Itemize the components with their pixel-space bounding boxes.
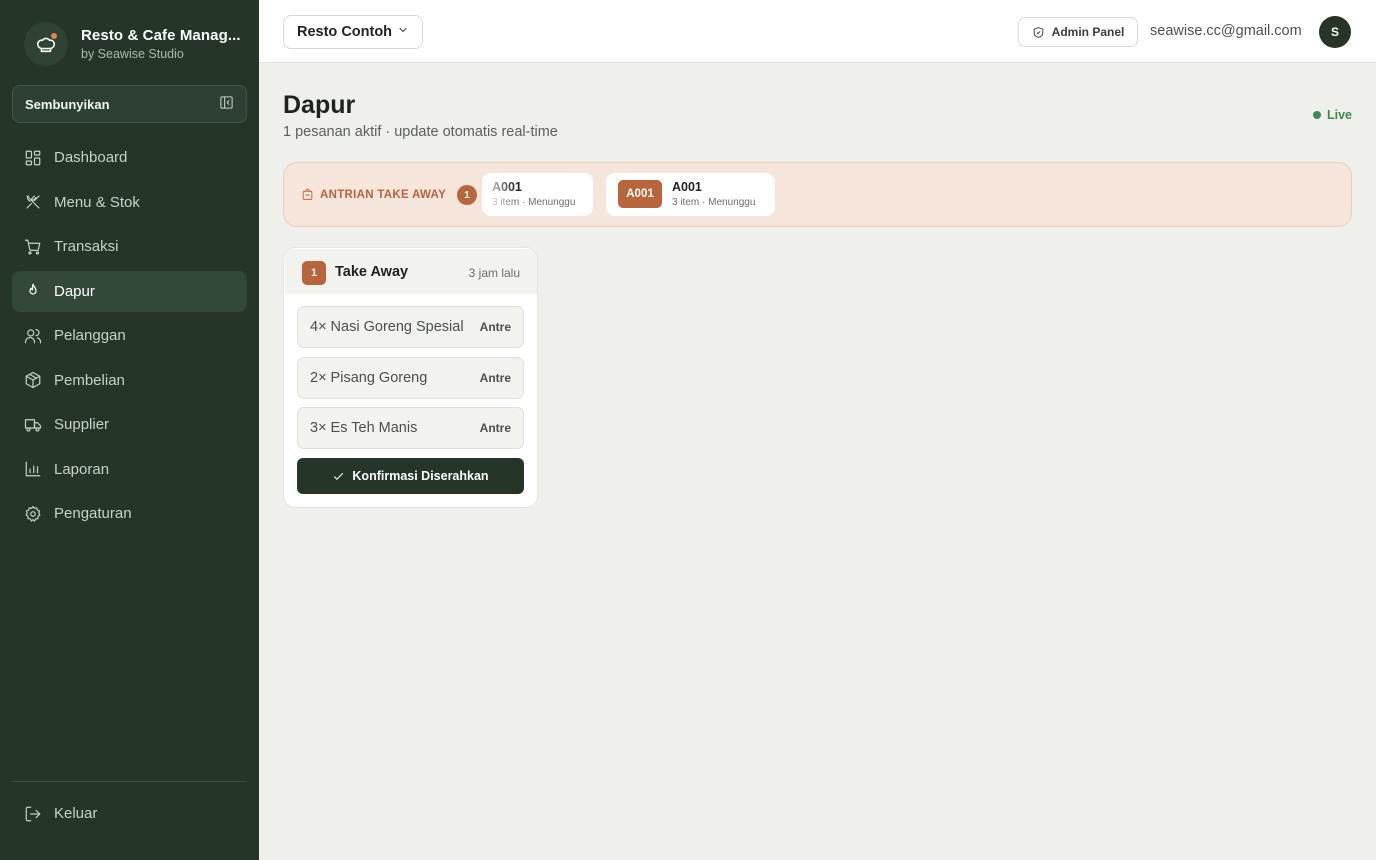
sidebar-item-pembelian[interactable]: Pembelian — [12, 360, 247, 401]
sidebar-item-dapur[interactable]: Dapur — [12, 270, 247, 312]
queue-ticket[interactable]: A001 A001 3 item · Menunggu — [606, 173, 775, 216]
sidebar-item-label: Dapur — [54, 282, 95, 300]
gear-icon — [24, 505, 42, 523]
package-icon — [24, 371, 42, 389]
logout-area: Keluar — [12, 793, 247, 838]
brand-subtitle: by Seawise Studio — [81, 47, 184, 61]
order-item-name: 4× Nasi Goreng Spesial — [310, 319, 464, 335]
takeaway-queue: ANTRIAN TAKE AWAY 1 A001 3 item · Menung… — [283, 162, 1352, 227]
user-email: seawise.cc@gmail.com — [1150, 23, 1302, 39]
sidebar-nav: Dashboard Menu & Stok Transaksi Dapur Pe… — [12, 137, 247, 538]
order-card-header: 1 Take Away 3 jam lalu — [285, 249, 537, 294]
sidebar-item-label: Menu & Stok — [54, 193, 140, 211]
queue-label: ANTRIAN TAKE AWAY — [301, 188, 446, 201]
collapse-label: Sembunyikan — [25, 96, 110, 112]
sidebar-item-label: Laporan — [54, 460, 110, 478]
sidebar-item-laporan[interactable]: Laporan — [12, 449, 247, 490]
ticket-meta: 3 item · Menunggu — [672, 197, 756, 208]
restaurant-selector[interactable]: Resto Contoh — [283, 15, 423, 49]
brand-title: Resto & Cafe Manag... — [81, 27, 241, 44]
queue-ticket[interactable]: A001 3 item · Menunggu — [482, 173, 593, 216]
shield-icon — [1033, 26, 1043, 38]
order-item[interactable]: 2× Pisang Goreng Antre — [297, 357, 524, 399]
order-card: 1 Take Away 3 jam lalu 4× Nasi Goreng Sp… — [283, 247, 538, 508]
shopping-bag-icon — [302, 188, 313, 200]
logout-label: Keluar — [54, 805, 98, 822]
notification-dot — [51, 33, 57, 39]
order-item-status: Antre — [479, 421, 511, 435]
order-item-name: 3× Es Teh Manis — [310, 420, 418, 436]
brand[interactable]: Resto & Cafe Manag... by Seawise Studio — [24, 22, 241, 66]
chevron-down-icon — [397, 24, 409, 40]
queue-count-badge: 1 — [457, 185, 477, 205]
live-label: Live — [1327, 108, 1353, 122]
users-icon — [24, 327, 42, 345]
logout-icon — [24, 805, 42, 823]
topbar: Resto Contoh Admin Panel seawise.cc@gmai… — [259, 0, 1376, 63]
dashboard-icon — [24, 149, 42, 167]
order-item-name: 2× Pisang Goreng — [310, 370, 428, 386]
sidebar: Resto & Cafe Manag... by Seawise Studio … — [0, 0, 259, 860]
order-item[interactable]: 3× Es Teh Manis Antre — [297, 407, 524, 449]
sidebar-item-menu-stok[interactable]: Menu & Stok — [12, 182, 247, 223]
sidebar-item-pelanggan[interactable]: Pelanggan — [12, 315, 247, 356]
restaurant-name: Resto Contoh — [297, 24, 393, 40]
order-item-status: Antre — [479, 320, 511, 334]
order-time: 3 jam lalu — [468, 266, 520, 280]
page-title: Dapur — [283, 91, 356, 119]
order-item[interactable]: 4× Nasi Goreng Spesial Antre — [297, 306, 524, 348]
flame-icon — [24, 282, 42, 300]
utensils-icon — [24, 193, 42, 211]
sidebar-item-label: Transaksi — [54, 238, 119, 255]
logout-button[interactable]: Keluar — [12, 793, 247, 834]
sidebar-item-dashboard[interactable]: Dashboard — [12, 137, 247, 178]
ticket-meta: 3 item · Menunggu — [492, 197, 576, 208]
sidebar-item-label: Pembelian — [54, 371, 125, 389]
queue-label-text: ANTRIAN TAKE AWAY — [320, 188, 447, 201]
sidebar-divider — [12, 781, 247, 782]
sidebar-item-label: Dashboard — [54, 149, 128, 166]
confirm-label: Konfirmasi Diserahkan — [352, 469, 489, 483]
check-icon — [334, 472, 344, 480]
order-type: Take Away — [335, 264, 409, 280]
admin-panel-button[interactable]: Admin Panel — [1018, 17, 1138, 47]
panel-left-icon — [219, 95, 234, 113]
truck-icon — [24, 416, 42, 434]
sidebar-item-supplier[interactable]: Supplier — [12, 404, 247, 445]
admin-panel-label: Admin Panel — [1051, 25, 1125, 39]
ticket-code: A001 — [672, 180, 702, 194]
ticket-code: A001 — [492, 180, 522, 194]
sidebar-item-label: Pelanggan — [54, 327, 126, 344]
live-indicator: Live — [1313, 108, 1352, 122]
ticket-code-badge: A001 — [618, 180, 662, 208]
bar-chart-icon — [24, 460, 42, 478]
sidebar-item-pengaturan[interactable]: Pengaturan — [12, 493, 247, 534]
collapse-sidebar-button[interactable]: Sembunyikan — [12, 85, 247, 123]
sidebar-item-label: Pengaturan — [54, 505, 132, 522]
cart-icon — [24, 238, 42, 256]
sidebar-item-transaksi[interactable]: Transaksi — [12, 226, 247, 267]
order-number-badge: 1 — [302, 261, 326, 285]
confirm-delivered-button[interactable]: Konfirmasi Diserahkan — [297, 458, 524, 494]
order-item-status: Antre — [479, 371, 511, 385]
sidebar-item-label: Supplier — [54, 416, 110, 433]
chef-hat-icon — [24, 22, 68, 66]
live-dot-icon — [1313, 111, 1321, 119]
page-subtitle: 1 pesanan aktif · update otomatis real-t… — [283, 124, 558, 140]
avatar[interactable]: S — [1319, 16, 1351, 48]
